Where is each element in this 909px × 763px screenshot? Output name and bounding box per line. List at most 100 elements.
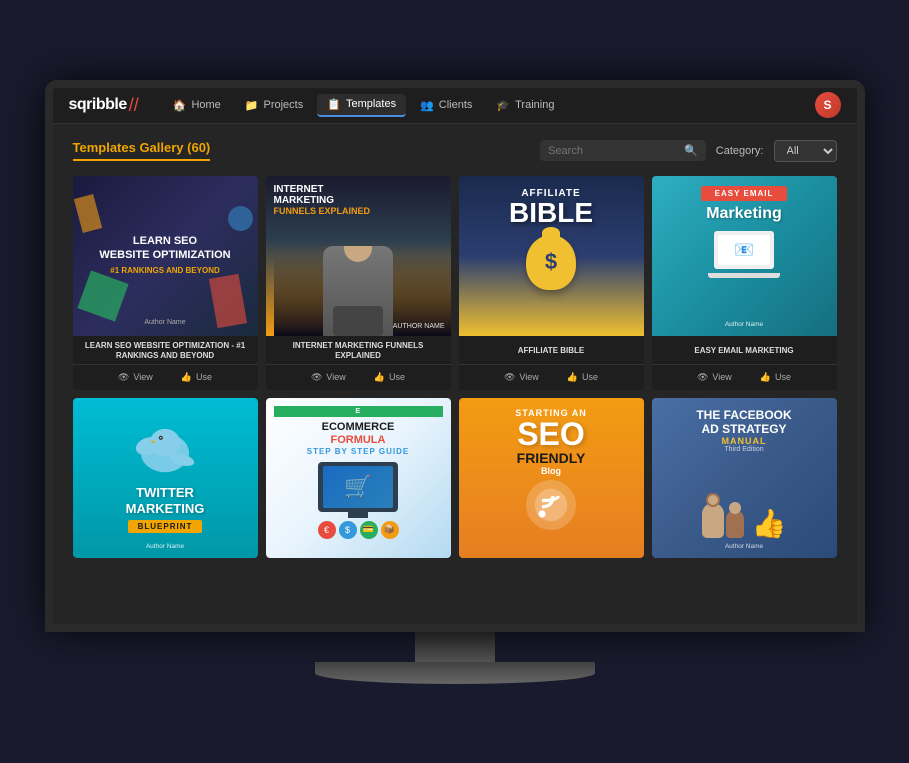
im-title: INTERNETMARKETING	[274, 184, 443, 206]
use-btn-seo[interactable]: 👍 Use	[175, 370, 218, 385]
view-btn-affiliate[interactable]: 👁 View	[498, 370, 545, 385]
nav-label-home: Home	[191, 99, 220, 111]
nav-item-templates[interactable]: 📋 Templates	[317, 94, 406, 117]
im-person	[266, 246, 451, 336]
templates-grid: LEARN SEOWEBSITE OPTIMIZATION#1 Rankings…	[73, 176, 837, 390]
twitter-cover-bg: TWITTERMARKETING BLUEPRINT Author Name	[73, 398, 258, 558]
template-title-email: EASY EMAIL MARKETING	[652, 336, 837, 364]
twitter-marketing-text: TWITTERMARKETING	[126, 485, 205, 516]
view-icon-im: 👁	[311, 372, 322, 383]
user-avatar[interactable]: S	[815, 92, 841, 118]
use-btn-email[interactable]: 👍 Use	[754, 370, 797, 385]
nav-right: S	[815, 92, 841, 118]
template-actions-im: 👁 View 👍 Use	[266, 364, 451, 390]
template-cover-seo-blog: STARTING AN SEO FRIENDLY Blog	[459, 398, 644, 558]
view-btn-email[interactable]: 👁 View	[691, 370, 738, 385]
use-label-im: Use	[389, 372, 405, 382]
template-cover-im: INTERNETMARKETING FUNNELS EXPLAINED AUTH…	[266, 176, 451, 336]
template-cover-facebook: THE FACEBOOKAD STRATEGY MANUAL Third Edi…	[652, 398, 837, 558]
ecom-subtitle: STEP BY STEP GUIDE	[307, 447, 409, 456]
template-title-affiliate: AFFILIATE BIBLE	[459, 336, 644, 364]
blog-seo-text: SEO	[517, 418, 585, 450]
template-card-ecommerce[interactable]: e ECOMMERCEFORMULA STEP BY STEP GUIDE 🛒 …	[266, 398, 451, 558]
fb-head-1	[706, 493, 720, 507]
ecom-title: ECOMMERCEFORMULA	[322, 421, 395, 447]
use-btn-im[interactable]: 👍 Use	[368, 370, 411, 385]
email-easy-badge: Easy Email	[701, 186, 788, 201]
view-label-affiliate: View	[519, 372, 538, 382]
money-bag-top	[542, 227, 560, 239]
template-cover-email: Easy Email Marketing 📧 Author Name	[652, 176, 837, 336]
template-cover-ecommerce: e ECOMMERCEFORMULA STEP BY STEP GUIDE 🛒 …	[266, 398, 451, 558]
fb-head-2	[729, 502, 741, 514]
use-btn-affiliate[interactable]: 👍 Use	[561, 370, 604, 385]
view-label-im: View	[326, 372, 345, 382]
monitor-wrapper: sqribble // 🏠 Home 📁 Projects 📋 Template…	[45, 80, 865, 684]
fb-title: THE FACEBOOKAD STRATEGY	[696, 408, 791, 437]
category-label: Category:	[716, 145, 764, 157]
nav-item-projects[interactable]: 📁 Projects	[235, 95, 313, 116]
monitor-foot	[348, 512, 368, 518]
ecom-monitor: 🛒	[318, 462, 398, 517]
template-actions-seo: 👁 View 👍 Use	[73, 364, 258, 390]
fb-author: Author Name	[725, 543, 763, 550]
search-input[interactable]	[548, 145, 678, 157]
template-cover-twitter: TWITTERMARKETING BLUEPRINT Author Name	[73, 398, 258, 558]
fb-person-2	[726, 510, 744, 538]
category-select[interactable]: All	[774, 140, 837, 162]
fb-people	[702, 503, 744, 538]
nav-item-clients[interactable]: 👥 Clients	[410, 95, 482, 116]
monitor-stand-neck	[415, 632, 495, 662]
fb-illustration: 👍	[702, 503, 787, 538]
nav-label-projects: Projects	[264, 99, 304, 111]
template-card-email[interactable]: Easy Email Marketing 📧 Author Name EAS	[652, 176, 837, 390]
affiliate-bible: BIBLE	[509, 199, 593, 227]
nav-item-home[interactable]: 🏠 Home	[163, 95, 231, 116]
template-card-seo[interactable]: LEARN SEOWEBSITE OPTIMIZATION#1 Rankings…	[73, 176, 258, 390]
seo-shape-4	[73, 194, 101, 233]
seo-cover-author: Author Name	[144, 319, 185, 326]
nav-label-clients: Clients	[439, 99, 473, 111]
nav-items: 🏠 Home 📁 Projects 📋 Templates 👥 Clients …	[163, 94, 815, 117]
template-actions-affiliate: 👁 View 👍 Use	[459, 364, 644, 390]
view-btn-seo[interactable]: 👁 View	[112, 370, 159, 385]
nav-item-training[interactable]: 🎓 Training	[486, 95, 564, 116]
facebook-cover-bg: THE FACEBOOKAD STRATEGY MANUAL Third Edi…	[652, 398, 837, 558]
ecommerce-cover-bg: e ECOMMERCEFORMULA STEP BY STEP GUIDE 🛒 …	[266, 398, 451, 558]
use-label-affiliate: Use	[582, 372, 598, 382]
ecom-bubble-2: $	[339, 521, 357, 539]
affiliate-money-bag: $	[526, 235, 576, 290]
training-icon: 🎓	[496, 99, 510, 112]
blog-friendly-text: FRIENDLY	[517, 450, 586, 466]
ecom-top-bar: e	[274, 406, 443, 417]
template-card-facebook[interactable]: THE FACEBOOKAD STRATEGY MANUAL Third Edi…	[652, 398, 837, 558]
template-cover-seo: LEARN SEOWEBSITE OPTIMIZATION#1 Rankings…	[73, 176, 258, 336]
templates-grid-row2: TWITTERMARKETING BLUEPRINT Author Name e…	[73, 398, 837, 558]
fb-subtitle: MANUAL	[722, 436, 767, 446]
app-logo: sqribble //	[69, 95, 139, 116]
twitter-bird-svg	[130, 422, 200, 477]
template-card-im[interactable]: INTERNETMARKETING FUNNELS EXPLAINED AUTH…	[266, 176, 451, 390]
template-card-twitter[interactable]: TWITTERMARKETING BLUEPRINT Author Name	[73, 398, 258, 558]
main-content: Templates Gallery (60) 🔍 Category: All	[53, 124, 857, 624]
fb-thumbs-up: 👍	[752, 510, 787, 538]
use-label-email: Use	[775, 372, 791, 382]
blog-rss-icon	[526, 480, 576, 530]
templates-icon: 📋	[327, 98, 341, 111]
search-icon: 🔍	[684, 144, 698, 157]
seo-shape-1	[77, 270, 128, 321]
ecom-bubble-4: 📦	[381, 521, 399, 539]
view-btn-im[interactable]: 👁 View	[305, 370, 352, 385]
view-label-seo: View	[133, 372, 152, 382]
projects-icon: 📁	[245, 99, 259, 112]
view-icon-email: 👁	[697, 372, 708, 383]
use-label-seo: Use	[196, 372, 212, 382]
template-card-seo-blog[interactable]: STARTING AN SEO FRIENDLY Blog	[459, 398, 644, 558]
fb-person-1	[702, 503, 724, 538]
fb-edition: Third Edition	[724, 446, 763, 453]
logo-text: sqribble	[69, 96, 127, 114]
laptop-base	[708, 273, 780, 278]
im-subtitle: FUNNELS EXPLAINED	[274, 206, 443, 216]
view-label-email: View	[712, 372, 731, 382]
template-card-affiliate[interactable]: AFFILIATE BIBLE $ AFFILIATE BIBLE 👁	[459, 176, 644, 390]
